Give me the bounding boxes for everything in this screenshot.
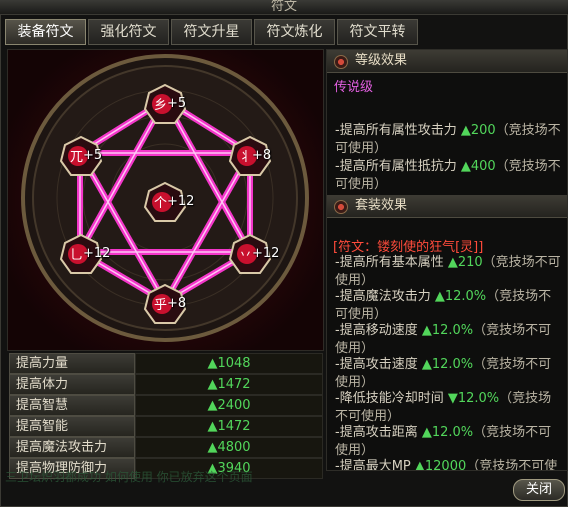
rune-slot-upper-right[interactable]: 丬 +8 xyxy=(228,135,272,179)
level-effect-header: 等级效果 xyxy=(327,50,567,73)
effect-text: -提高所有基本属性 xyxy=(335,255,448,270)
stat-value: ▲1472 xyxy=(135,416,323,437)
effect-value: ▲12.0% xyxy=(421,323,474,338)
effect-value: ▲12.0% xyxy=(434,289,487,304)
close-button[interactable]: 关闭 xyxy=(513,479,565,501)
tab-bar: 装备符文 强化符文 符文升星 符文炼化 符文平转 xyxy=(5,19,418,45)
rune-glyph: 乡 xyxy=(154,98,168,113)
stat-list: 提高力量 ▲1048 提高体力 ▲1472 提高智慧 ▲2400 提高智能 ▲1… xyxy=(9,353,323,479)
set-effect-line: -降低技能冷却时间 ▼12.0%（竞技场不可使用） xyxy=(335,390,563,426)
effect-orb-icon xyxy=(334,200,348,214)
rune-slot-bottom[interactable]: 乎 +8 xyxy=(143,283,187,327)
footer-hint-text: 三卫坛炽羽都成功 如何使用 你已放弃这个页面 xyxy=(5,470,253,484)
level-effect-line: -提高所有属性攻击力 ▲200（竞技场不可使用） xyxy=(335,122,563,158)
rune-glyph: 丬 xyxy=(239,150,253,165)
effect-orb-icon xyxy=(334,55,348,69)
effect-panel: 等级效果 传说级 -提高所有属性攻击力 ▲200（竞技场不可使用） -提高所有属… xyxy=(326,49,568,471)
effect-value: ▲12.0% xyxy=(421,425,474,440)
rune-slot-upper-left[interactable]: 兀 +5 xyxy=(59,135,103,179)
stat-row: 提高魔法攻击力 ▲4800 xyxy=(9,437,323,458)
rune-level: +8 xyxy=(252,148,272,163)
tab-rune-refine[interactable]: 符文炼化 xyxy=(254,19,335,45)
rune-slot-lower-left[interactable]: 乚 +12 xyxy=(59,233,110,277)
tab-rune-transfer[interactable]: 符文平转 xyxy=(337,19,418,45)
stat-label: 提高智慧 xyxy=(9,395,135,416)
set-effect-line: -提高最大MP ▲12000（竞技场不可使用） xyxy=(335,458,563,471)
effect-text: -提高所有属性抵抗力 xyxy=(335,159,461,174)
rune-glyph: 丷 xyxy=(239,248,253,263)
grade-label: 传说级 xyxy=(334,80,374,95)
stat-label: 提高体力 xyxy=(9,374,135,395)
stat-value: ▲1048 xyxy=(135,353,323,374)
set-effect-line: -提高移动速度 ▲12.0%（竞技场不可使用） xyxy=(335,322,563,358)
level-effect-line: -提高所有属性抵抗力 ▲400（竞技场不可使用） xyxy=(335,158,563,194)
stat-value: ▲2400 xyxy=(135,395,323,416)
rune-slot-center[interactable]: 个 +12 xyxy=(143,181,194,225)
effect-text: -提高魔法攻击力 xyxy=(335,289,435,304)
stat-label: 提高魔法攻击力 xyxy=(9,437,135,458)
rune-circle: 乡 +5 兀 +5 丬 +8 个 +12 乚 +12 丷 +12 乎 +8 xyxy=(7,49,324,351)
effect-text: -提高所有属性攻击力 xyxy=(335,123,461,138)
effect-text: -提高最大MP xyxy=(335,459,415,471)
rune-level: +12 xyxy=(252,246,280,261)
rune-window: 装备符文 强化符文 符文升星 符文炼化 符文平转 乡 +5 兀 +5 丬 +8 … xyxy=(0,14,568,507)
tab-enhance-rune[interactable]: 强化符文 xyxy=(88,19,169,45)
effect-text: -提高移动速度 xyxy=(335,323,422,338)
stat-row: 提高智慧 ▲2400 xyxy=(9,395,323,416)
rune-level: +5 xyxy=(167,96,187,111)
stat-row: 提高力量 ▲1048 xyxy=(9,353,323,374)
rune-glyph: 个 xyxy=(154,196,168,211)
rune-slot-lower-right[interactable]: 丷 +12 xyxy=(228,233,279,277)
effect-value: ▼12.0% xyxy=(447,391,500,406)
effect-value: ▲12000 xyxy=(414,459,467,471)
set-effect-line: -提高魔法攻击力 ▲12.0%（竞技场不可使用） xyxy=(335,288,563,324)
effect-value: ▲400 xyxy=(460,159,496,174)
effect-value: ▲210 xyxy=(447,255,483,270)
effect-text: -提高攻击速度 xyxy=(335,357,422,372)
stat-value: ▲1472 xyxy=(135,374,323,395)
set-effect-title: 套装效果 xyxy=(355,198,408,213)
tab-rune-upstar[interactable]: 符文升星 xyxy=(171,19,252,45)
stat-value: ▲4800 xyxy=(135,437,323,458)
level-effect-title: 等级效果 xyxy=(355,53,408,68)
tab-equip-rune[interactable]: 装备符文 xyxy=(5,19,86,45)
effect-value: ▲200 xyxy=(460,123,496,138)
effect-text: -降低技能冷却时间 xyxy=(335,391,448,406)
rune-level: +5 xyxy=(83,148,103,163)
window-title: 符文 xyxy=(270,0,297,14)
set-effect-header: 套装效果 xyxy=(327,195,567,218)
stat-label: 提高智能 xyxy=(9,416,135,437)
rune-glyph: 乎 xyxy=(154,298,168,313)
window-titlebar: 符文 xyxy=(0,0,568,15)
stat-row: 提高智能 ▲1472 xyxy=(9,416,323,437)
rune-slot-top[interactable]: 乡 +5 xyxy=(143,83,187,127)
rune-level: +12 xyxy=(83,246,111,261)
set-effect-line: -提高所有基本属性 ▲210（竞技场不可使用） xyxy=(335,254,563,290)
stat-row: 提高体力 ▲1472 xyxy=(9,374,323,395)
set-effect-line: -提高攻击距离 ▲12.0%（竞技场不可使用） xyxy=(335,424,563,460)
effect-value: ▲12.0% xyxy=(421,357,474,372)
rune-glyph: 兀 xyxy=(70,150,84,165)
stat-label: 提高力量 xyxy=(9,353,135,374)
set-name: [符文：镂刻使的狂气[灵]] xyxy=(333,240,484,255)
rune-level: +8 xyxy=(167,296,187,311)
set-effect-line: -提高攻击速度 ▲12.0%（竞技场不可使用） xyxy=(335,356,563,392)
rune-level: +12 xyxy=(167,194,195,209)
rune-glyph: 乚 xyxy=(70,248,84,263)
effect-text: -提高攻击距离 xyxy=(335,425,422,440)
